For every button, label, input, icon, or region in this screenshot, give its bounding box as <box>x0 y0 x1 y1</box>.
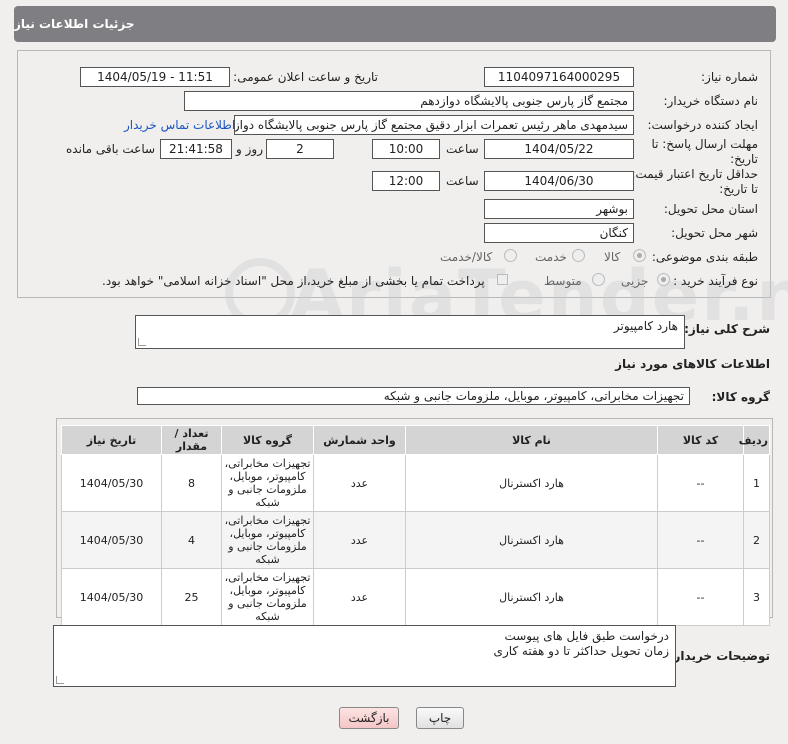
remaining-time-field: 21:41:58 <box>160 139 232 159</box>
col-group-header: گروه کالا <box>221 425 314 455</box>
col-qty-header: تعداد / مقدار <box>161 425 222 455</box>
item-code: -- <box>657 454 744 512</box>
item-name: هارد اکسترنال <box>405 511 658 569</box>
days-label: روز و <box>236 142 263 156</box>
back-button[interactable]: بازگشت <box>339 707 399 729</box>
process-medium-label: متوسط <box>544 274 582 288</box>
province-label: استان محل تحویل: <box>663 202 758 216</box>
row-number: 1 <box>743 454 770 512</box>
item-code: -- <box>657 511 744 569</box>
deadline-date-field: 1404/05/22 <box>484 139 634 159</box>
table-row[interactable]: 3 -- هارد اکسترنال عدد تجهیزات مخابراتی،… <box>61 568 770 626</box>
col-name-header: نام کالا <box>405 425 658 455</box>
category-goods-radio[interactable] <box>633 249 646 262</box>
summary-text: هارد کامپیوتر <box>613 319 678 333</box>
creator-field: سیدمهدی ماهر رئیس تعمرات ابزار دقیق مجتم… <box>234 115 634 135</box>
resize-grip-icon[interactable] <box>138 338 146 346</box>
creator-label: ایجاد کننده درخواست: <box>647 118 758 132</box>
goods-group-field: تجهیزات مخابراتی، کامپیوتر، موبایل، ملزو… <box>137 387 690 405</box>
resize-grip-icon[interactable] <box>56 676 64 684</box>
buyer-notes-line-1: درخواست طبق فایل های پیوست <box>504 629 669 643</box>
item-qty: 25 <box>161 568 222 626</box>
remaining-label: ساعت باقی مانده <box>66 142 156 156</box>
items-table: ردیف کد کالا نام کالا واحد شمارش گروه کا… <box>61 425 770 626</box>
table-row[interactable]: 1 -- هارد اکسترنال عدد تجهیزات مخابراتی،… <box>61 454 770 512</box>
goods-group-label: گروه کالا: <box>711 390 770 404</box>
category-both-radio[interactable] <box>504 249 517 262</box>
buyer-notes-line-2: زمان تحویل حداکثر تا دو هفته کاری <box>493 644 669 658</box>
category-service-label: خدمت <box>535 250 567 264</box>
col-date-header: تاریخ نیاز <box>61 425 162 455</box>
item-qty: 8 <box>161 454 222 512</box>
summary-label: شرح کلی نیاز: <box>684 322 770 336</box>
announce-field: 1404/05/19 - 11:51 <box>80 67 230 87</box>
need-number-label: شماره نیاز: <box>701 70 758 84</box>
process-label: نوع فرآیند خرید : <box>673 274 758 288</box>
category-goods-label: کالا <box>604 250 621 264</box>
item-date: 1404/05/30 <box>61 568 162 626</box>
days-field: 2 <box>266 139 334 159</box>
col-row-header: ردیف <box>739 425 770 455</box>
item-group: تجهیزات مخابراتی، کامپیوتر، موبایل، ملزو… <box>221 568 314 626</box>
item-date: 1404/05/30 <box>61 511 162 569</box>
item-group: تجهیزات مخابراتی، کامپیوتر، موبایل، ملزو… <box>221 454 314 512</box>
page-title: جزئیات اطلاعات نیاز <box>14 17 135 31</box>
item-unit: عدد <box>313 454 406 512</box>
process-medium-radio[interactable] <box>592 273 605 286</box>
validity-time-field: 12:00 <box>372 171 440 191</box>
item-code: -- <box>657 568 744 626</box>
item-group: تجهیزات مخابراتی، کامپیوتر، موبایل، ملزو… <box>221 511 314 569</box>
process-partial-label: جزیی <box>621 274 649 288</box>
treasury-checkbox[interactable] <box>497 274 508 285</box>
goods-section-title: اطلاعات کالاهای مورد نیاز <box>615 357 770 371</box>
need-number-field: 1104097164000295 <box>484 67 634 87</box>
item-unit: عدد <box>313 511 406 569</box>
item-qty: 4 <box>161 511 222 569</box>
deadline-time-label: ساعت <box>446 142 479 156</box>
announce-label: تاریخ و ساعت اعلان عمومی: <box>233 70 378 84</box>
category-label: طبقه بندی موضوعی: <box>651 250 758 264</box>
item-name: هارد اکسترنال <box>405 454 658 512</box>
deadline-time-field: 10:00 <box>372 139 440 159</box>
row-number: 3 <box>743 568 770 626</box>
buyer-field: مجتمع گاز پارس جنوبی پالایشگاه دوازدهم <box>184 91 634 111</box>
category-both-label: کالا/خدمت <box>440 250 493 264</box>
summary-textarea[interactable]: هارد کامپیوتر <box>135 315 685 349</box>
item-name: هارد اکسترنال <box>405 568 658 626</box>
buyer-notes-textarea[interactable]: درخواست طبق فایل های پیوست زمان تحویل حد… <box>53 625 676 687</box>
buyer-notes-label: توضیحات خریدار: <box>668 649 770 663</box>
category-service-radio[interactable] <box>572 249 585 262</box>
city-label: شهر محل تحویل: <box>671 226 758 240</box>
item-unit: عدد <box>313 568 406 626</box>
print-button[interactable]: چاپ <box>416 707 464 729</box>
page-header: جزئیات اطلاعات نیاز <box>14 6 776 42</box>
city-field: کنگان <box>484 223 634 243</box>
row-number: 2 <box>743 511 770 569</box>
deadline-label-2: تاریخ: <box>730 152 758 166</box>
validity-time-label: ساعت <box>446 174 479 188</box>
contact-info-link[interactable]: اطلاعات تماس خریدار <box>124 118 235 132</box>
validity-label: حداقل تاریخ اعتبار قیمت: <box>631 167 758 181</box>
item-date: 1404/05/30 <box>61 454 162 512</box>
validity-date-field: 1404/06/30 <box>484 171 634 191</box>
process-partial-radio[interactable] <box>657 273 670 286</box>
table-header-row: ردیف کد کالا نام کالا واحد شمارش گروه کا… <box>61 425 770 455</box>
validity-label-2: تا تاریخ: <box>719 182 758 196</box>
col-unit-header: واحد شمارش <box>313 425 406 455</box>
deadline-label: مهلت ارسال پاسخ: تا <box>651 137 758 151</box>
province-field: بوشهر <box>484 199 634 219</box>
items-table-container: ردیف کد کالا نام کالا واحد شمارش گروه کا… <box>56 418 773 626</box>
buyer-label: نام دستگاه خریدار: <box>663 94 759 108</box>
payment-note: پرداخت تمام یا بخشی از مبلغ خرید،از محل … <box>102 274 485 288</box>
col-code-header: کد کالا <box>657 425 744 455</box>
table-row[interactable]: 2 -- هارد اکسترنال عدد تجهیزات مخابراتی،… <box>61 511 770 569</box>
